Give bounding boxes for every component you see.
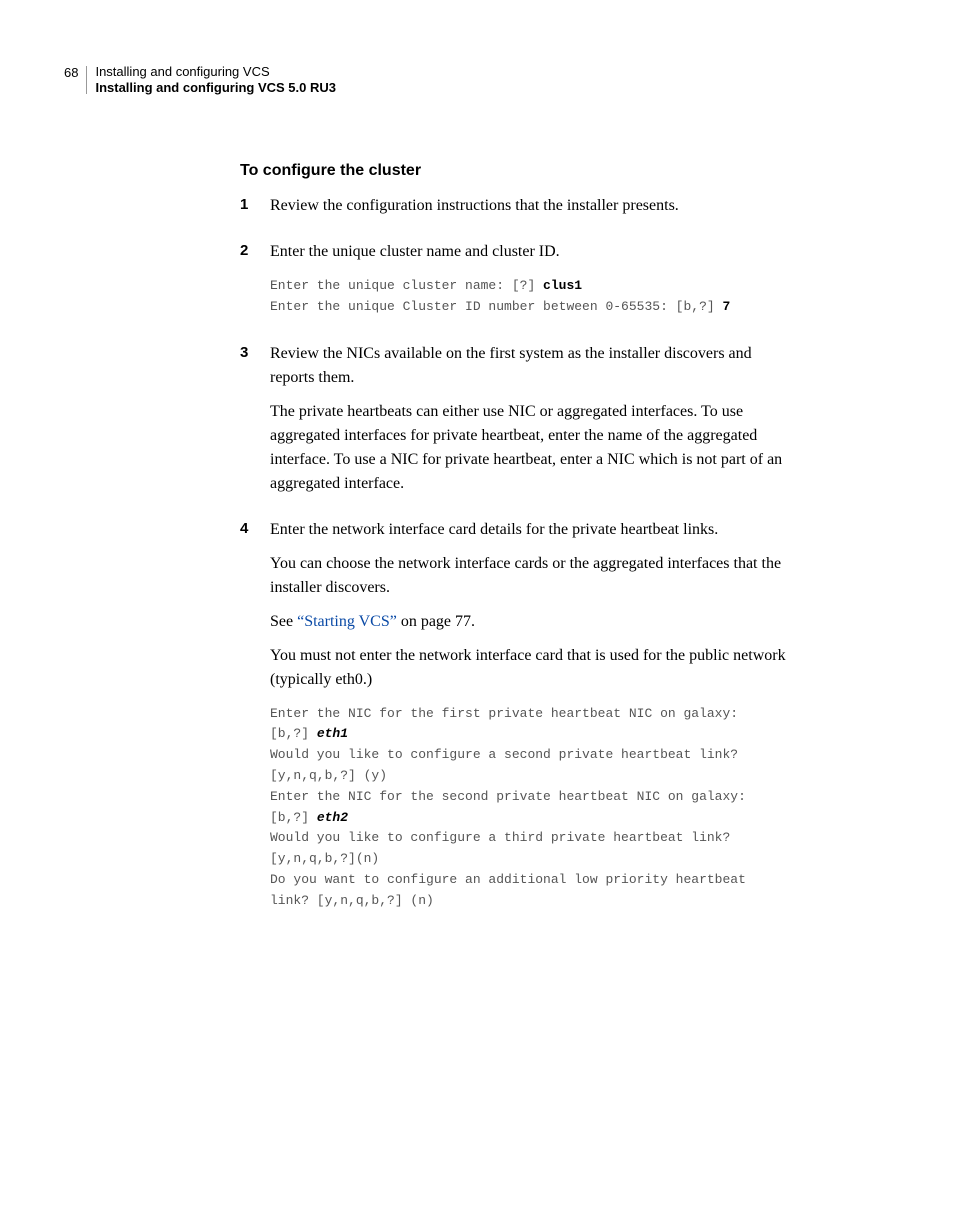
step-3: 3 Review the NICs available on the first… — [240, 342, 800, 506]
cross-reference-link[interactable]: “Starting VCS” — [297, 613, 397, 630]
header-text: Installing and configuring VCS Installin… — [95, 64, 336, 95]
step-text: Review the configuration instructions th… — [270, 194, 800, 218]
code-block: Enter the unique cluster name: [?] clus1… — [270, 276, 800, 318]
step-number: 3 — [240, 342, 270, 506]
code-text: Enter the unique cluster name: [?] — [270, 278, 543, 293]
code-block: Enter the NIC for the first private hear… — [270, 704, 800, 912]
step-body: Review the configuration instructions th… — [270, 194, 800, 228]
step-number: 1 — [240, 194, 270, 228]
step-body: Enter the network interface card details… — [270, 518, 800, 924]
code-input: clus1 — [543, 278, 582, 293]
page-content: To configure the cluster 1 Review the co… — [240, 162, 800, 936]
step-2: 2 Enter the unique cluster name and clus… — [240, 240, 800, 330]
step-number: 2 — [240, 240, 270, 330]
header-divider — [86, 66, 87, 94]
code-text: Would you like to configure a third priv… — [270, 830, 746, 907]
code-input: eth2 — [317, 810, 348, 825]
section-title: To configure the cluster — [240, 162, 800, 180]
step-text: Enter the network interface card details… — [270, 518, 800, 542]
step-1: 1 Review the configuration instructions … — [240, 194, 800, 228]
step-text: You must not enter the network interface… — [270, 644, 800, 692]
step-text: Enter the unique cluster name and cluste… — [270, 240, 800, 264]
step-number: 4 — [240, 518, 270, 924]
code-input: 7 — [722, 299, 730, 314]
step-text: See “Starting VCS” on page 77. — [270, 610, 800, 634]
page-number: 68 — [64, 64, 78, 80]
code-text: Enter the unique Cluster ID number betwe… — [270, 299, 722, 314]
step-text: The private heartbeats can either use NI… — [270, 400, 800, 496]
code-input: eth1 — [317, 726, 348, 741]
page-header: 68 Installing and configuring VCS Instal… — [64, 64, 336, 95]
step-body: Review the NICs available on the first s… — [270, 342, 800, 506]
text-run: See — [270, 613, 297, 630]
text-run: on page 77. — [397, 613, 475, 630]
step-text: Review the NICs available on the first s… — [270, 342, 800, 390]
header-chapter: Installing and configuring VCS — [95, 64, 336, 80]
header-section: Installing and configuring VCS 5.0 RU3 — [95, 80, 336, 96]
step-text: You can choose the network interface car… — [270, 552, 800, 600]
step-body: Enter the unique cluster name and cluste… — [270, 240, 800, 330]
step-4: 4 Enter the network interface card detai… — [240, 518, 800, 924]
